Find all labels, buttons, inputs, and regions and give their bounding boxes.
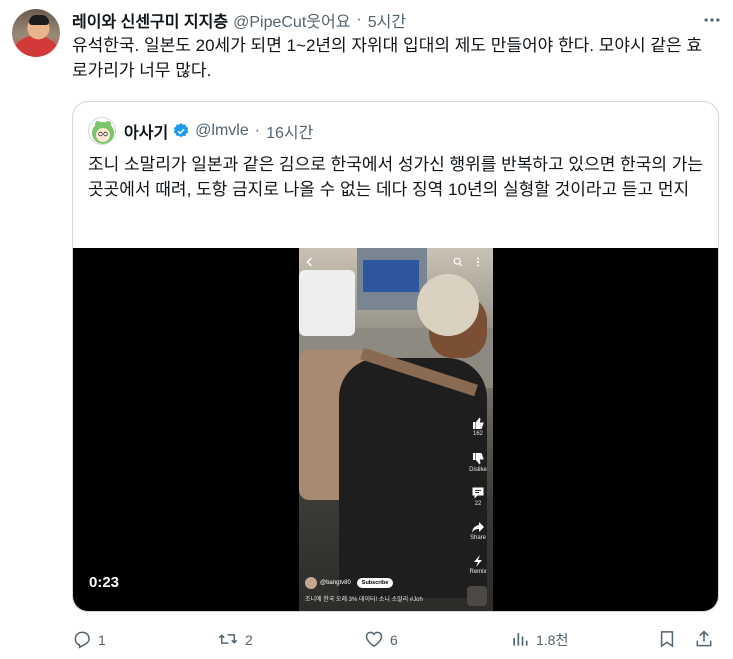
tweet[interactable]: 레이와 신센구미 지지층 @PipeCut웃어요 · 5시간 유석한국. 일본도… [0, 0, 733, 659]
thumbs-down-icon: Dislike [467, 452, 489, 474]
dislike-label: Dislike [469, 467, 487, 473]
thumbs-up-icon: 162 [467, 416, 489, 438]
more-icon[interactable] [696, 8, 728, 32]
subscribe-badge: Subscribe [356, 578, 394, 588]
video-channel-row: @bangtv80 Subscribe [305, 576, 394, 590]
post-time[interactable]: 5시간 [368, 8, 406, 32]
music-thumbnail [467, 586, 487, 606]
action-bar: 1 2 6 1.8천 [72, 622, 719, 658]
comments-count-label: 22 [474, 501, 482, 507]
bookmark-icon [657, 629, 677, 652]
like-count-label: 162 [472, 431, 483, 437]
author-name[interactable]: 레이와 신센구미 지지층 [72, 8, 228, 32]
retweet-button[interactable]: 2 [217, 626, 253, 654]
tweet-text: 유석한국. 일본도 20세가 되면 1~2년의 자위대 입대의 제도 만들어야 … [72, 36, 702, 80]
like-count: 6 [390, 632, 398, 648]
views-count: 1.8천 [536, 632, 569, 648]
reply-button[interactable]: 1 [72, 626, 106, 654]
channel-avatar [305, 577, 317, 589]
remix-label: Remix [469, 569, 487, 575]
share-icon [694, 629, 714, 652]
comment-icon: 22 [467, 486, 489, 508]
tweet-header: 레이와 신센구미 지지층 @PipeCut웃어요 · 5시간 [72, 8, 406, 32]
separator-dot: · [356, 11, 362, 28]
retweet-icon [217, 629, 239, 652]
video-frame: 162 Dislike 22 Share Remix @bangtv80 Sub… [299, 248, 493, 611]
author-avatar[interactable] [12, 9, 60, 57]
quoted-author-avatar[interactable] [88, 117, 116, 145]
share-arrow-icon: Share [467, 520, 489, 542]
retweet-count: 2 [245, 632, 253, 648]
views-button[interactable]: 1.8천 [510, 626, 568, 654]
video-caption: 조니에 한국 오레 3% 데이터! 소니 소말리 #Joh [305, 597, 423, 603]
remix-icon: Remix [467, 554, 489, 576]
back-icon [305, 254, 315, 272]
more-vertical-icon [473, 254, 483, 272]
separator-dot: · [254, 122, 261, 139]
like-button[interactable]: 6 [364, 626, 398, 654]
author-handle[interactable]: @PipeCut웃어요 [233, 8, 350, 32]
quoted-header: 아사기 @lmvle · 16시간 [124, 118, 313, 144]
quoted-author-handle[interactable]: @lmvle [195, 122, 249, 140]
views-icon [510, 629, 530, 652]
quoted-author-name[interactable]: 아사기 [124, 119, 168, 143]
quoted-time[interactable]: 16시간 [266, 119, 313, 143]
channel-name: @bangtv80 [320, 580, 351, 586]
video-player[interactable]: 162 Dislike 22 Share Remix @bangtv80 Sub… [73, 248, 718, 611]
verified-icon [172, 122, 190, 140]
like-icon [364, 629, 384, 652]
reply-icon [72, 629, 92, 652]
quoted-tweet[interactable]: 아사기 @lmvle · 16시간 조니 소말리가 일본과 같은 김으로 한국에… [72, 101, 719, 612]
bookmark-button[interactable] [657, 626, 677, 654]
video-duration: 0:23 [89, 574, 120, 591]
share-label: Share [469, 535, 486, 541]
reply-count: 1 [98, 632, 106, 648]
search-icon [453, 254, 463, 272]
quoted-text: 조니 소말리가 일본과 같은 김으로 한국에서 성가신 행위를 반복하고 있으면… [88, 155, 703, 199]
share-button[interactable] [694, 626, 714, 654]
